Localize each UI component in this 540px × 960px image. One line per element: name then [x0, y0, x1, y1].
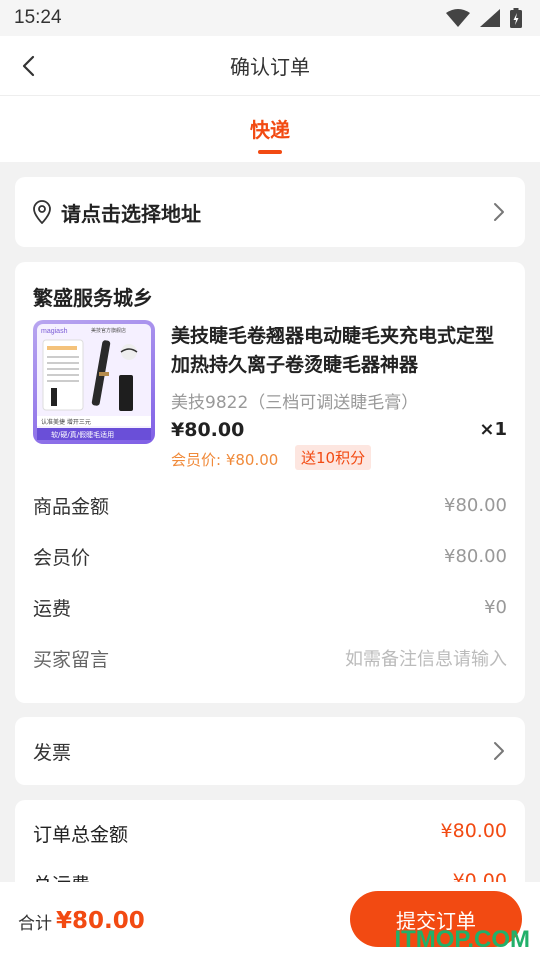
total-row-order-amount: 订单总金额 ¥80.00 — [33, 820, 507, 847]
sum-label: 合计 — [18, 913, 52, 934]
status-bar: 15:24 — [0, 0, 540, 36]
tab-active-indicator — [258, 150, 282, 154]
chevron-right-icon — [494, 203, 504, 221]
page-title: 确认订单 — [230, 55, 310, 79]
row-value: ¥0 — [484, 596, 507, 618]
product-image-header: 美技官方旗舰店 — [91, 327, 126, 334]
signal-icon — [480, 9, 500, 27]
row-goods-amount: 商品金额 ¥80.00 — [33, 490, 507, 520]
row-label: 运费 — [33, 597, 72, 620]
delivery-tabs: 快递 — [0, 96, 540, 162]
buyer-message-input[interactable]: 如需备注信息请输入 — [345, 645, 507, 671]
chevron-right-icon — [494, 742, 504, 760]
row-buyer-message: 买家留言 如需备注信息请输入 — [33, 643, 507, 673]
product-image-caption-top: 认准美捷 增开三元 — [41, 418, 91, 426]
row-value: ¥80.00 — [444, 494, 507, 516]
total-label: 订单总金额 — [33, 824, 129, 846]
invoice-selector[interactable]: 发票 — [15, 717, 525, 785]
product-title[interactable]: 美技睫毛卷翘器电动睫毛夹充电式定型加热持久离子卷烫睫毛器神器 — [171, 322, 507, 380]
product-image[interactable]: magiash 美技官方旗舰店 认准美捷 增开三元 软/硬/真/假睫毛适用 — [33, 320, 155, 444]
navigation-bar: 确认订单 — [0, 36, 540, 96]
points-badge: 送10积分 — [295, 445, 372, 470]
product-price: ¥80.00 — [171, 419, 245, 441]
row-label: 买家留言 — [33, 648, 110, 671]
status-time: 15:24 — [14, 7, 62, 28]
row-member-price: 会员价 ¥80.00 — [33, 541, 507, 571]
product-image-caption-bottom: 软/硬/真/假睫毛适用 — [51, 430, 114, 439]
row-label: 会员价 — [33, 546, 91, 569]
address-placeholder: 请点击选择地址 — [61, 201, 201, 226]
row-shipping: 运费 ¥0 — [33, 592, 507, 622]
address-selector[interactable]: 请点击选择地址 — [15, 177, 525, 247]
product-image-brand: magiash — [41, 328, 68, 335]
tab-express[interactable]: 快递 — [0, 114, 540, 143]
status-icons — [446, 8, 522, 28]
product-quantity: ×1 — [479, 419, 507, 440]
sum-value: ¥80.00 — [56, 908, 145, 934]
battery-icon — [510, 8, 522, 28]
row-value: ¥80.00 — [444, 545, 507, 567]
member-price: 会员价: ¥80.00 — [171, 451, 279, 469]
product-thumbnail-graphic: magiash 美技官方旗舰店 认准美捷 增开三元 软/硬/真/假睫毛适用 — [37, 324, 151, 440]
order-card: 繁盛服务城乡 magiash 美技官方旗舰店 认准美捷 增开三元 软/硬/真/假… — [15, 262, 525, 703]
row-label: 商品金额 — [33, 495, 110, 518]
location-pin-icon — [33, 200, 51, 224]
product-spec: 美技9822（三档可调送睫毛膏） — [171, 393, 419, 413]
wifi-icon — [446, 9, 470, 27]
back-button[interactable] — [14, 52, 42, 80]
watermark-logo: ITMOP.COM — [394, 926, 530, 953]
total-value: ¥80.00 — [440, 820, 507, 842]
chevron-left-icon — [22, 55, 35, 77]
shop-name: 繁盛服务城乡 — [33, 286, 153, 310]
invoice-label: 发票 — [33, 741, 72, 764]
